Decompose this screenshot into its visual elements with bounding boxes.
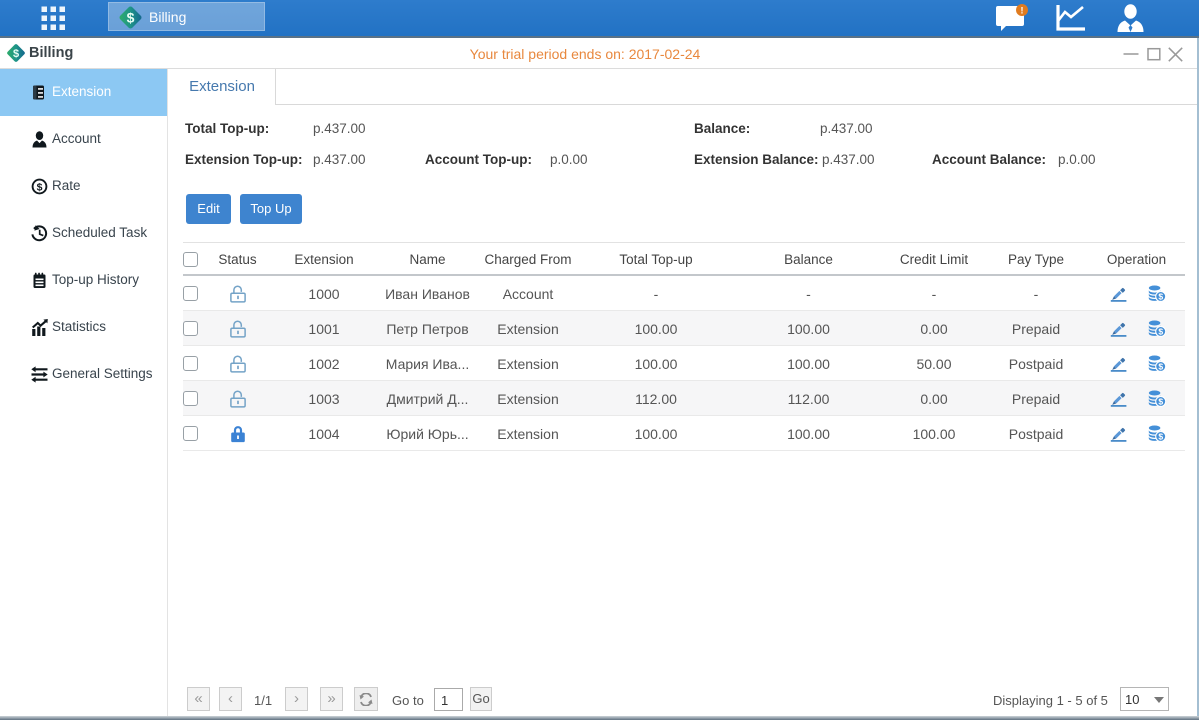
svg-text:$: $: [1158, 397, 1163, 407]
svg-text:$: $: [127, 10, 135, 26]
svg-text:!: !: [1021, 6, 1024, 16]
svg-text:$: $: [1158, 362, 1163, 372]
svg-text:$: $: [1158, 327, 1163, 337]
svg-text:$: $: [1158, 432, 1163, 442]
svg-text:$: $: [1158, 292, 1163, 302]
svg-text:$: $: [37, 181, 43, 193]
